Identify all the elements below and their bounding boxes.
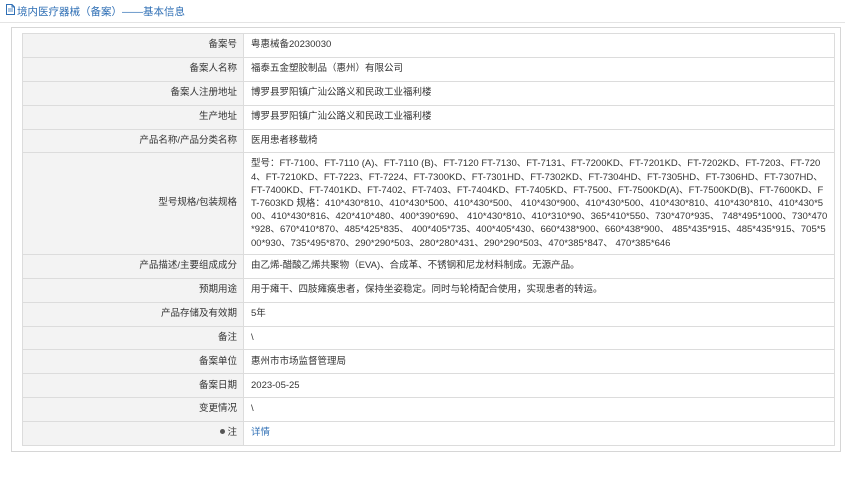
pin-icon	[220, 429, 226, 435]
label-product-name: 产品名称/产品分类名称	[22, 128, 244, 154]
page-header: 境内医疗器械（备案）——基本信息	[0, 0, 845, 23]
value-product-description: 由乙烯-醋酸乙烯共聚物（EVA)、合成革、不锈钢和尼龙材料制成。无源产品。	[243, 253, 835, 279]
row-registrant-address: 备案人注册地址 博罗县罗阳镇广汕公路义和民政工业福利楼	[22, 80, 835, 106]
value-storage-validity: 5年	[243, 301, 835, 327]
label-intended-use: 预期用途	[22, 277, 244, 303]
value-product-name: 医用患者移载椅	[243, 128, 835, 154]
label-record-number: 备案号	[22, 33, 244, 58]
label-change-status: 变更情况	[22, 397, 244, 423]
document-icon	[6, 4, 15, 18]
row-filing-unit: 备案单位 惠州市市场监督管理局	[22, 349, 835, 375]
row-record-number: 备案号 粤惠械备20230030	[22, 33, 835, 58]
info-table: 备案号 粤惠械备20230030 备案人名称 福泰五金塑胶制品（惠州）有限公司 …	[22, 33, 835, 446]
label-remarks: 备注	[22, 325, 244, 351]
label-model-spec: 型号规格/包装规格	[22, 152, 244, 255]
row-production-address: 生产地址 博罗县罗阳镇广汕公路义和民政工业福利楼	[22, 104, 835, 130]
info-panel: 备案号 粤惠械备20230030 备案人名称 福泰五金塑胶制品（惠州）有限公司 …	[11, 27, 841, 452]
row-product-description: 产品描述/主要组成成分 由乙烯-醋酸乙烯共聚物（EVA)、合成革、不锈钢和尼龙材…	[22, 253, 835, 279]
value-remarks: \	[243, 325, 835, 351]
value-intended-use: 用于瘫干、四肢瘫痪患者，保持坐姿稳定。同时与轮椅配合使用，实现患者的转运。	[243, 277, 835, 303]
label-production-address: 生产地址	[22, 104, 244, 130]
label-storage-validity: 产品存储及有效期	[22, 301, 244, 327]
label-product-description: 产品描述/主要组成成分	[22, 253, 244, 279]
value-filing-unit: 惠州市市场监督管理局	[243, 349, 835, 375]
row-change-status: 变更情况 \	[22, 397, 835, 423]
row-note: 注 详情	[22, 421, 835, 446]
row-filing-date: 备案日期 2023-05-25	[22, 373, 835, 399]
value-filing-date: 2023-05-25	[243, 373, 835, 399]
label-filing-date: 备案日期	[22, 373, 244, 399]
page-title: 境内医疗器械（备案）——基本信息	[17, 5, 185, 18]
row-intended-use: 预期用途 用于瘫干、四肢瘫痪患者，保持坐姿稳定。同时与轮椅配合使用，实现患者的转…	[22, 277, 835, 303]
value-production-address: 博罗县罗阳镇广汕公路义和民政工业福利楼	[243, 104, 835, 130]
row-registrant-name: 备案人名称 福泰五金塑胶制品（惠州）有限公司	[22, 56, 835, 82]
label-note-cell: 注	[22, 421, 244, 446]
value-record-number: 粤惠械备20230030	[243, 33, 835, 58]
label-registrant-name: 备案人名称	[22, 56, 244, 82]
label-filing-unit: 备案单位	[22, 349, 244, 375]
value-change-status: \	[243, 397, 835, 423]
value-model-spec: 型号：FT-7100、FT-7110 (A)、FT-7110 (B)、FT-71…	[243, 152, 835, 255]
label-registrant-address: 备案人注册地址	[22, 80, 244, 106]
value-note-cell: 详情	[243, 421, 835, 446]
row-model-spec: 型号规格/包装规格 型号：FT-7100、FT-7110 (A)、FT-7110…	[22, 152, 835, 255]
row-storage-validity: 产品存储及有效期 5年	[22, 301, 835, 327]
row-remarks: 备注 \	[22, 325, 835, 351]
value-registrant-address: 博罗县罗阳镇广汕公路义和民政工业福利楼	[243, 80, 835, 106]
value-registrant-name: 福泰五金塑胶制品（惠州）有限公司	[243, 56, 835, 82]
details-link[interactable]: 详情	[251, 427, 270, 438]
row-product-name: 产品名称/产品分类名称 医用患者移载椅	[22, 128, 835, 154]
label-note: 注	[227, 427, 237, 439]
